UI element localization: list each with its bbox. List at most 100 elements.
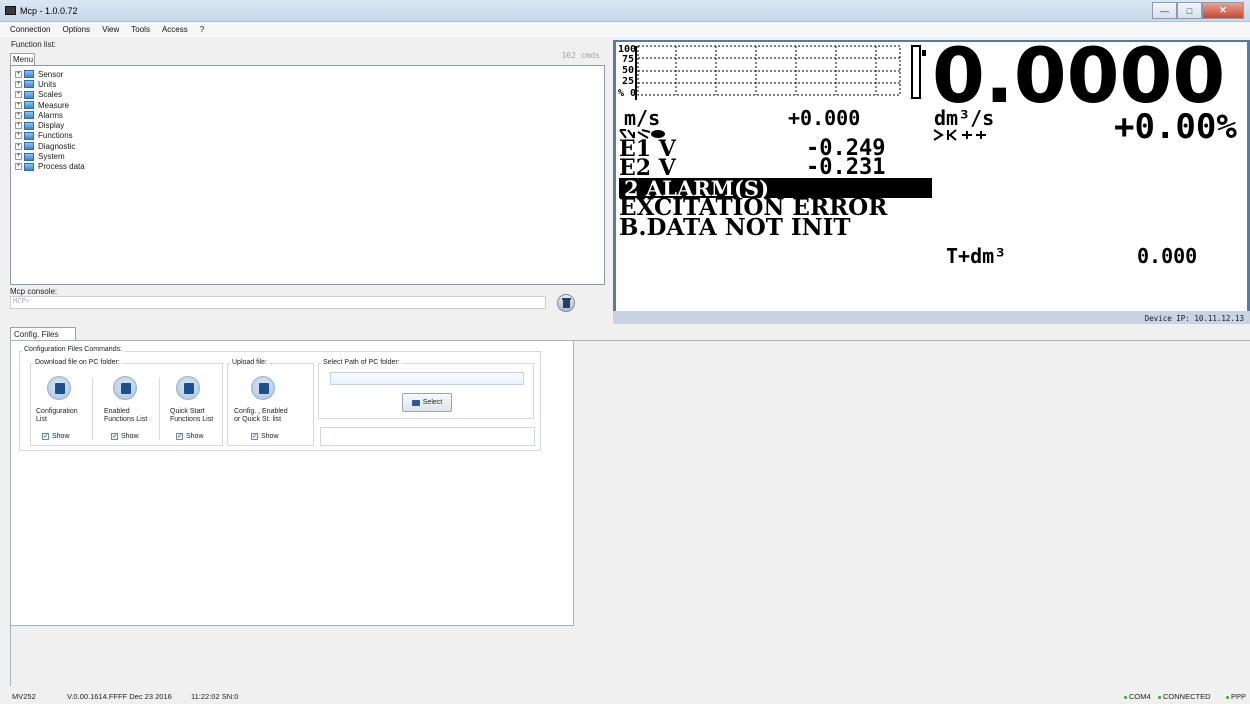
velocity-value: +0.000 (788, 106, 861, 130)
upload-icon (259, 383, 269, 394)
folder-icon (24, 152, 34, 161)
show-label: Show (52, 433, 70, 440)
main-flow-value: 0.0000 (932, 42, 1226, 120)
menu-connection[interactable]: Connection (4, 25, 56, 34)
tree-item-process-data[interactable]: + Process data (15, 162, 600, 172)
upload-file-button[interactable] (251, 376, 275, 400)
percent-value: +0.00% (1114, 107, 1237, 147)
menu-help[interactable]: ? (194, 25, 210, 34)
folder-icon (24, 131, 34, 140)
port-status: COM4 (1124, 692, 1151, 701)
path-title: Select Path of PC folder: (321, 359, 402, 366)
folder-icon (24, 111, 34, 120)
velocity-unit: m/s (624, 106, 661, 130)
tab-config-files[interactable]: Config. Files (10, 327, 76, 341)
quick-start-label-1: Quick Start (170, 408, 205, 415)
expand-icon[interactable]: + (15, 91, 22, 99)
quick-start-label-2: Functions List (170, 416, 214, 423)
show-checkbox-upload[interactable]: ✓ (251, 433, 258, 440)
bar-tick-0: % 0 (618, 88, 637, 99)
upload-label-2: or Quick St. list (234, 416, 282, 423)
tree-item-units[interactable]: + Units (15, 79, 600, 89)
config-commands-title: Configuration Files Commands: (22, 346, 125, 353)
folder-icon (24, 162, 34, 171)
clear-console-button[interactable] (557, 294, 575, 312)
totalizer-label: T+dm³ (946, 244, 1007, 268)
config-list-label-1: Configuration (36, 408, 78, 415)
device-model: MV252 (12, 692, 36, 701)
close-icon: ✕ (1219, 5, 1227, 15)
folder-icon (24, 70, 34, 79)
upload-title: Upload file: (230, 359, 270, 366)
download-title: Download file on PC folder: (33, 359, 122, 366)
menu-view[interactable]: View (96, 25, 125, 34)
expand-icon[interactable]: + (15, 101, 22, 109)
status-dot-icon (1124, 695, 1127, 699)
tab-menu[interactable]: Menu (10, 53, 35, 65)
window-title: Mcp - 1.0.0.72 (20, 6, 78, 16)
expand-icon[interactable]: + (15, 70, 22, 78)
bar-tick-25: 25 (622, 76, 635, 87)
totalizer-value: 0.000 (1137, 244, 1198, 268)
folder-icon (411, 399, 420, 406)
protocol-status: PPP (1226, 692, 1246, 701)
tree-item-display[interactable]: + Display (15, 120, 600, 130)
e2-value: -0.231 (806, 155, 886, 180)
download-configuration-list-button[interactable] (47, 376, 71, 400)
download-quick-start-button[interactable] (176, 376, 200, 400)
maximize-icon: □ (1186, 5, 1193, 16)
tree-item-diagnostic[interactable]: + Diagnostic (15, 141, 600, 151)
status-dot-icon (1226, 695, 1229, 699)
expand-icon[interactable]: + (15, 80, 22, 88)
tree-item-scales[interactable]: + Scales (15, 90, 600, 100)
tree-item-functions[interactable]: + Functions (15, 131, 600, 141)
list-icon (121, 383, 131, 394)
app-icon (5, 6, 16, 15)
expand-icon[interactable]: + (15, 163, 22, 171)
function-tree[interactable]: + Sensor + Units + Scales + Measure + Alarms … (10, 65, 605, 285)
folder-icon (24, 121, 34, 130)
show-checkbox-quick-start[interactable]: ✓ (176, 433, 183, 440)
device-display: 100 75 50 25 % 0 0.0000 m/s +0.000 dm³/s… (613, 40, 1250, 324)
show-checkbox-configuration[interactable]: ✓ (42, 433, 49, 440)
show-label: Show (121, 433, 139, 440)
expand-icon[interactable]: + (15, 153, 22, 161)
enabled-list-label-1: Enabled (104, 408, 130, 415)
menu-tools[interactable]: Tools (125, 25, 156, 34)
firmware-version: V.0.00.1614.FFFF Dec 23 2016 (67, 692, 172, 701)
menu-access[interactable]: Access (156, 25, 194, 34)
console-input[interactable]: MCP> (10, 296, 546, 309)
menu-bar: Connection Options View Tools Access ? (0, 22, 1250, 37)
bar-tick-75: 75 (622, 54, 635, 65)
flow-unit: dm³/s (934, 106, 995, 130)
select-folder-button[interactable]: Select (402, 393, 452, 412)
maximize-button[interactable]: □ (1177, 2, 1202, 19)
function-list-label: Function list: (11, 40, 56, 49)
show-checkbox-enabled[interactable]: ✓ (111, 433, 118, 440)
connection-status: CONNECTED (1158, 692, 1211, 701)
minimize-button[interactable]: — (1152, 2, 1177, 19)
tree-item-measure[interactable]: + Measure (15, 100, 600, 110)
tree-item-system[interactable]: + System (15, 151, 600, 161)
menu-options[interactable]: Options (56, 25, 96, 34)
command-count: 162 cmds (561, 51, 600, 60)
expand-icon[interactable]: + (15, 111, 22, 119)
device-ip: Device IP: 10.11.12.13 (1144, 314, 1244, 323)
document-edit-icon (55, 383, 65, 394)
tree-item-sensor[interactable]: + Sensor (15, 69, 600, 79)
path-status-box (320, 427, 535, 446)
expand-icon[interactable]: + (15, 132, 22, 140)
expand-icon[interactable]: + (15, 142, 22, 150)
upload-label-1: Config. , Enabled (234, 408, 288, 415)
show-label: Show (186, 433, 204, 440)
close-button[interactable]: ✕ (1202, 2, 1244, 19)
download-enabled-functions-button[interactable] (113, 376, 137, 400)
tree-item-alarms[interactable]: + Alarms (15, 110, 600, 120)
expand-icon[interactable]: + (15, 122, 22, 130)
title-bar: Mcp - 1.0.0.72 — □ ✕ (0, 0, 1250, 22)
select-label: Select (422, 399, 443, 406)
clock-serial: 11:22:02 SN:0 (191, 692, 239, 701)
pc-folder-path-input[interactable] (330, 372, 524, 385)
enabled-list-label-2: Functions List (104, 416, 148, 423)
alarm-bdata-not-init: B.DATA NOT INIT (619, 214, 851, 241)
